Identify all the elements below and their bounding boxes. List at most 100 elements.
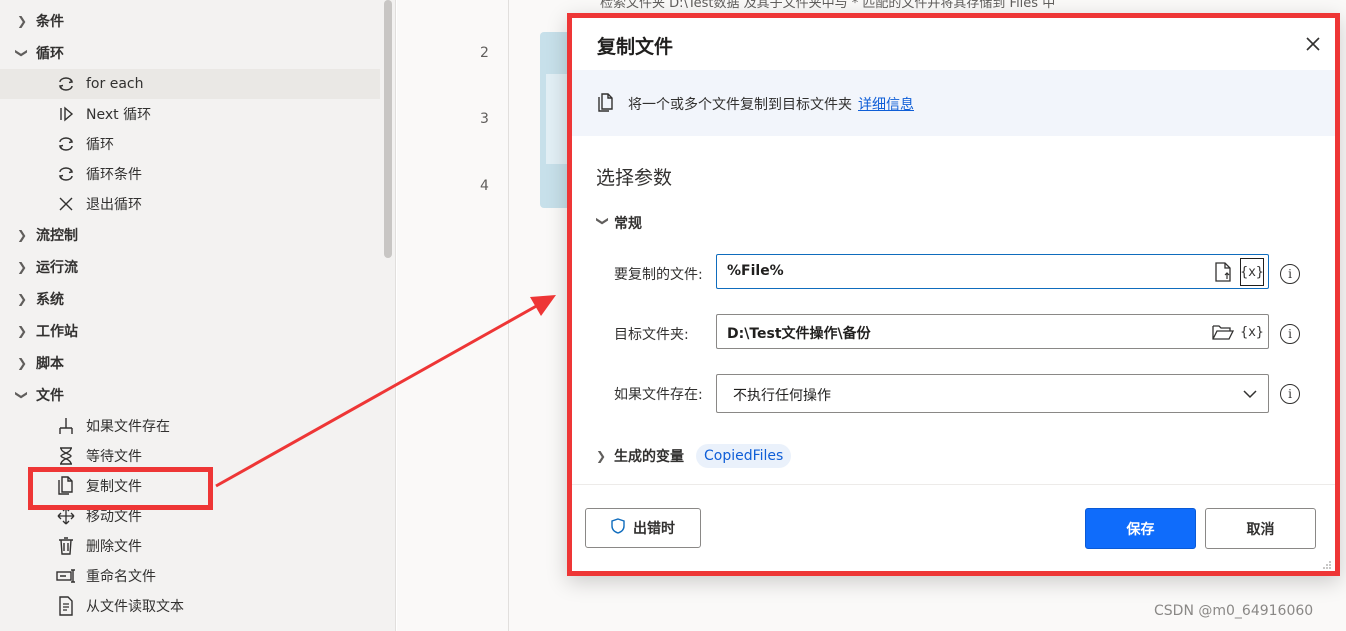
if-file-exists-label: 如果文件存在: — [614, 387, 703, 403]
loop-icon — [55, 133, 77, 155]
loop-icon — [55, 73, 77, 95]
info-icon[interactable]: i — [1280, 324, 1300, 344]
chevron-right-icon: ❯ — [16, 324, 28, 338]
action-read-text-from-file[interactable]: 从文件读取文本 — [0, 591, 380, 621]
if-file-exists-value: 不执行任何操作 — [733, 388, 831, 404]
if-file-exists-dropdown[interactable]: 不执行任何操作 — [716, 374, 1269, 413]
action-if-file-exists[interactable]: 如果文件存在 — [0, 411, 380, 441]
read-file-icon — [55, 595, 77, 617]
select-file-icon[interactable] — [1212, 260, 1234, 284]
loop-icon — [55, 163, 77, 185]
category-flow-control[interactable]: ❯ 流控制 — [0, 219, 380, 251]
watermark: CSDN @m0_64916060 — [1154, 603, 1314, 619]
action-delete-file[interactable]: 删除文件 — [0, 531, 380, 561]
if-file-exists-icon — [55, 415, 77, 437]
copy-file-dialog: 复制文件 将一个或多个文件复制到目标文件夹 详细信息 选择参数 ❯ 常规 要复制的… — [567, 13, 1340, 576]
action-label: 如果文件存在 — [86, 419, 170, 435]
info-text: 将一个或多个文件复制到目标文件夹 — [628, 97, 852, 113]
destination-folder-label: 目标文件夹: — [614, 327, 689, 343]
general-section-toggle[interactable]: ❯ 常规 — [596, 213, 642, 233]
category-system[interactable]: ❯ 系统 — [0, 283, 380, 315]
info-description: 将一个或多个文件复制到目标文件夹 详细信息 — [628, 94, 914, 114]
info-icon[interactable]: i — [1280, 384, 1300, 404]
category-label: 系统 — [36, 292, 64, 308]
insert-variable-icon[interactable]: {x} — [1240, 318, 1264, 346]
close-icon[interactable] — [1304, 35, 1322, 53]
hourglass-icon — [55, 445, 77, 467]
on-error-button[interactable]: 出错时 — [585, 508, 701, 548]
action-label: for each — [86, 76, 144, 92]
produced-variables-toggle[interactable]: ❯ 生成的变量 CopiedFiles — [596, 444, 792, 468]
chevron-right-icon: ❯ — [596, 449, 607, 463]
action-label: 重命名文件 — [86, 569, 156, 585]
action-loop-condition[interactable]: 循环条件 — [0, 159, 380, 189]
category-label: 工作站 — [36, 324, 78, 340]
on-error-label: 出错时 — [633, 521, 675, 537]
action-label: 退出循环 — [86, 197, 142, 213]
highlight-box — [28, 467, 213, 510]
category-label: 条件 — [36, 14, 64, 30]
action-label: 等待文件 — [86, 449, 142, 465]
category-label: 脚本 — [36, 356, 64, 372]
files-to-copy-input[interactable]: %File% {x} — [716, 254, 1269, 289]
variable-chip[interactable]: CopiedFiles — [696, 444, 792, 468]
category-label: 流控制 — [36, 228, 78, 244]
category-label: 文件 — [36, 388, 64, 404]
chevron-right-icon: ❯ — [16, 292, 28, 306]
chevron-down-icon: ❯ — [15, 47, 29, 59]
action-label: 删除文件 — [86, 539, 142, 555]
flow-step-description: 检索文件夹 D:\Test数据 及其子文件夹中与 * 匹配的文件并将其存储到 F… — [600, 0, 1056, 11]
chevron-right-icon: ❯ — [16, 14, 28, 28]
info-bar: 将一个或多个文件复制到目标文件夹 详细信息 — [572, 70, 1335, 136]
action-label: Next 循环 — [86, 107, 152, 123]
close-icon — [55, 193, 77, 215]
line-number: 4 — [480, 178, 489, 194]
folder-open-icon[interactable] — [1212, 320, 1234, 344]
trash-icon — [55, 535, 77, 557]
line-number: 3 — [480, 111, 489, 127]
insert-variable-icon[interactable]: {x} — [1240, 258, 1264, 286]
shield-icon — [611, 518, 625, 538]
save-button[interactable]: 保存 — [1085, 508, 1196, 549]
action-next-loop[interactable]: Next 循环 — [0, 99, 380, 129]
category-conditions[interactable]: ❯ 条件 — [0, 5, 380, 37]
chevron-down-icon — [1242, 386, 1258, 402]
cancel-button[interactable]: 取消 — [1205, 508, 1316, 549]
destination-folder-value: D:\Test文件操作\备份 — [727, 326, 871, 342]
category-loops[interactable]: ❯ 循环 — [0, 37, 380, 69]
action-rename-file[interactable]: 重命名文件 — [0, 561, 380, 591]
category-scripting[interactable]: ❯ 脚本 — [0, 347, 380, 379]
chevron-right-icon: ❯ — [16, 260, 28, 274]
action-label: 循环条件 — [86, 167, 142, 183]
action-loop[interactable]: 循环 — [0, 129, 380, 159]
action-for-each[interactable]: for each — [0, 69, 380, 99]
next-loop-icon — [55, 103, 77, 125]
produced-variables-label: 生成的变量 — [614, 449, 684, 465]
copy-file-icon — [596, 92, 616, 114]
category-run-flow[interactable]: ❯ 运行流 — [0, 251, 380, 283]
line-number: 2 — [480, 45, 489, 61]
chevron-down-icon: ❯ — [596, 216, 610, 227]
category-label: 循环 — [36, 46, 64, 62]
dialog-title: 复制文件 — [597, 36, 674, 58]
action-label: 循环 — [86, 137, 114, 153]
sidebar-scrollbar[interactable] — [384, 0, 392, 258]
chevron-right-icon: ❯ — [16, 228, 28, 242]
actions-pane: ❯ 条件 ❯ 循环 for each Next 循环 循环 循环条件 退出循环 — [0, 0, 396, 631]
footer-divider — [572, 484, 1335, 485]
chevron-right-icon: ❯ — [16, 356, 28, 370]
info-icon[interactable]: i — [1280, 264, 1300, 284]
action-exit-loop[interactable]: 退出循环 — [0, 189, 380, 219]
resize-grip-icon[interactable] — [1322, 558, 1332, 569]
files-to-copy-label: 要复制的文件: — [614, 267, 703, 283]
action-label: 从文件读取文本 — [86, 599, 184, 615]
general-section-label: 常规 — [614, 216, 642, 232]
section-title: 选择参数 — [596, 167, 673, 189]
chevron-down-icon: ❯ — [15, 389, 29, 401]
line-number-gutter — [397, 0, 509, 631]
details-link[interactable]: 详细信息 — [858, 97, 914, 113]
category-workstation[interactable]: ❯ 工作站 — [0, 315, 380, 347]
files-to-copy-value: %File% — [727, 263, 784, 279]
destination-folder-input[interactable]: D:\Test文件操作\备份 {x} — [716, 314, 1269, 349]
category-file[interactable]: ❯ 文件 — [0, 379, 380, 411]
